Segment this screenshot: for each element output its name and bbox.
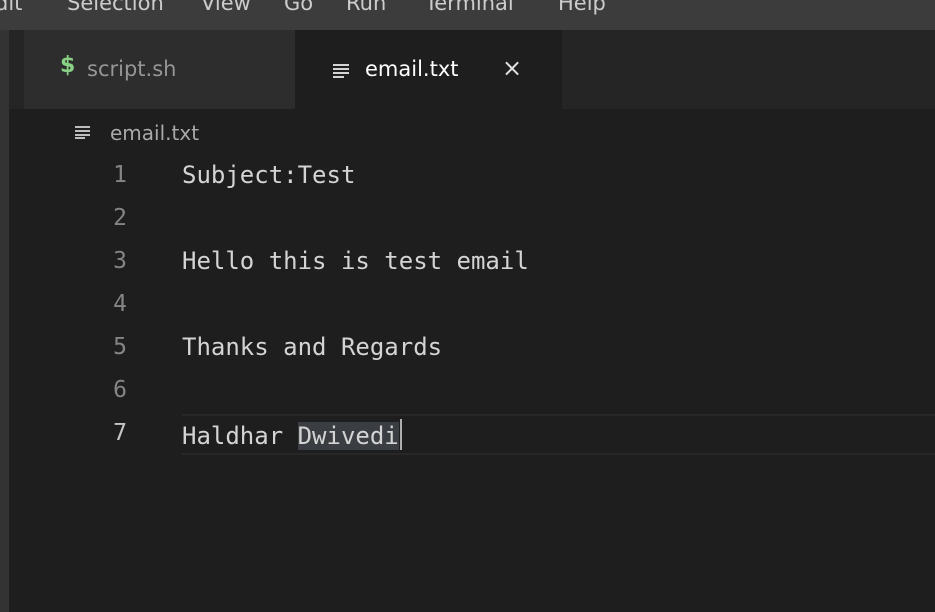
activity-bar-edge — [0, 30, 9, 612]
tab-label: email.txt — [365, 57, 459, 81]
dollar-icon: $ — [60, 53, 76, 78]
editor-line: 5 Thanks and Regards — [9, 329, 935, 372]
word-highlight: Dwivedi — [297, 422, 399, 450]
line-text-plain: Haldhar — [182, 422, 298, 450]
text-cursor — [399, 419, 402, 450]
line-number: 1 — [113, 162, 127, 188]
editor-line: 4 — [9, 286, 935, 329]
line-text: Haldhar Dwivedi — [182, 419, 402, 450]
editor-line: 6 — [9, 372, 935, 415]
line-number: 4 — [113, 291, 127, 317]
editor-line: 3 Hello this is test email — [9, 243, 935, 286]
editor-line-active: 7 Haldhar Dwivedi — [9, 415, 935, 458]
breadcrumb-file[interactable]: email.txt — [110, 121, 199, 145]
editor-line: 1 Subject:Test — [9, 157, 935, 200]
menu-go[interactable]: Go — [284, 0, 313, 15]
editor[interactable]: 1 Subject:Test 2 3 Hello this is test em… — [9, 157, 935, 612]
editor-line: 2 — [9, 200, 935, 243]
menu-edit[interactable]: dit — [0, 0, 22, 15]
tab-script-sh[interactable]: $ script.sh — [24, 30, 295, 109]
menu-view[interactable]: View — [201, 0, 251, 15]
line-text: Thanks and Regards — [182, 333, 443, 361]
line-number: 5 — [113, 334, 127, 360]
tab-email-txt[interactable]: email.txt × — [295, 30, 562, 109]
line-number: 2 — [113, 205, 127, 231]
vscode-window: dit Selection View Go Run Terminal Help … — [0, 0, 935, 612]
menu-terminal[interactable]: Terminal — [425, 0, 514, 15]
breadcrumb: email.txt — [9, 109, 935, 157]
menu-selection[interactable]: Selection — [67, 0, 164, 15]
line-number: 7 — [113, 420, 127, 446]
tab-label: script.sh — [87, 57, 177, 81]
line-number: 6 — [113, 377, 127, 403]
menu-bar: dit Selection View Go Run Terminal Help — [0, 0, 935, 30]
close-icon[interactable]: × — [502, 54, 522, 82]
menu-run[interactable]: Run — [346, 0, 386, 15]
line-text: Hello this is test email — [182, 247, 529, 275]
menu-help[interactable]: Help — [558, 0, 606, 15]
text-file-icon — [333, 64, 349, 78]
line-number: 3 — [113, 248, 127, 274]
tab-bar: $ script.sh email.txt × — [9, 30, 935, 109]
line-text: Subject:Test — [182, 161, 356, 189]
text-file-icon — [75, 126, 90, 139]
